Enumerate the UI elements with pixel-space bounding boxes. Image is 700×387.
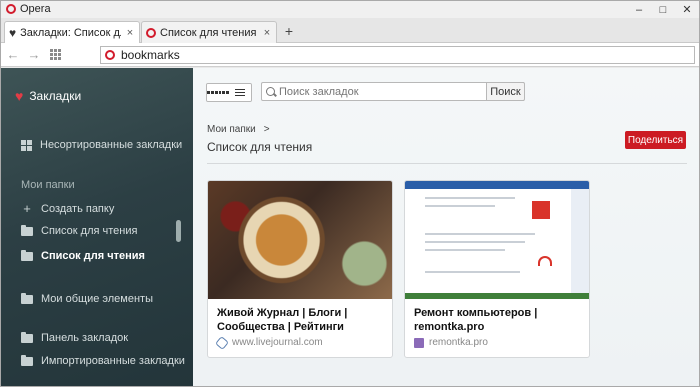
search-input[interactable] [279, 85, 499, 98]
folder-icon [21, 249, 33, 261]
view-toggle [206, 83, 252, 102]
folder-icon [21, 354, 33, 366]
opera-logo-icon [146, 27, 156, 38]
opera-logo-icon [105, 50, 115, 60]
card-title: Ремонт компьютеров | remontka.pro [414, 307, 538, 333]
card-url-text: remontka.pro [429, 337, 488, 348]
share-button[interactable]: Поделиться [625, 131, 686, 149]
app-title-text: Opera [20, 3, 51, 15]
section-label: Мои папки [21, 179, 75, 191]
tab-title: Закладки: Список для ч [20, 26, 121, 39]
plus-icon: + [23, 201, 31, 216]
sidebar-item-create-folder[interactable]: + Создать папку [21, 201, 114, 216]
tab-bookmarks[interactable]: ♥ Закладки: Список для ч × [4, 21, 140, 43]
close-window-button[interactable]: ✕ [675, 1, 699, 18]
app-title: Opera [6, 3, 51, 15]
list-icon [229, 84, 251, 101]
divider [207, 163, 687, 164]
folder-icon [21, 292, 33, 304]
sidebar-item-imported[interactable]: Импортированные закладки [21, 354, 185, 367]
sidebar-title-text: Закладки [29, 89, 82, 103]
list-view-button[interactable] [229, 84, 251, 101]
title-bar: Opera – □ ✕ [1, 1, 699, 18]
sidebar-item-label: Список для чтения [41, 250, 145, 262]
card-url: remontka.pro [414, 337, 488, 348]
remontka-favicon-icon [414, 337, 424, 348]
folder-icon [21, 224, 33, 236]
folder-icon [21, 331, 33, 343]
grid-icon [207, 84, 229, 101]
bookmark-card-remontka[interactable]: Ремонт компьютеров | remontka.pro remont… [404, 180, 590, 358]
sidebar-scrollbar[interactable] [176, 220, 181, 242]
card-url: www.livejournal.com [214, 335, 323, 350]
livejournal-favicon-icon [214, 335, 230, 350]
grid-view-button[interactable] [207, 84, 229, 101]
sidebar-item-shared[interactable]: Мои общие элементы [21, 292, 153, 305]
browser-window: Opera – □ ✕ ♥ Закладки: Список для ч × С… [0, 0, 700, 387]
heart-icon: ♥ [15, 88, 24, 104]
sidebar-section-my-folders: Мои папки [21, 179, 75, 191]
breadcrumb-my-folders[interactable]: Мои папки [207, 124, 256, 135]
thumbnail-image [405, 181, 589, 299]
tab-title: Список для чтения - Op [160, 26, 258, 39]
new-tab-button[interactable]: + [281, 23, 297, 39]
sidebar-item-label: Импортированные закладки [41, 355, 185, 367]
grid-icon [21, 139, 32, 151]
search-icon [266, 87, 275, 96]
sidebar-title: ♥ Закладки [15, 88, 81, 104]
bookmarks-sidebar: ♥ Закладки Несортированные закладки Мои … [1, 68, 193, 386]
card-url-text: www.livejournal.com [232, 337, 323, 348]
card-title: Живой Журнал | Блоги | Сообщества | Рейт… [217, 307, 348, 333]
window-controls: – □ ✕ [627, 1, 699, 18]
speed-dial-grid-icon[interactable] [46, 46, 64, 64]
tab-close-icon[interactable]: × [125, 27, 135, 39]
back-arrow-icon[interactable]: ← [4, 46, 22, 64]
search-box [261, 82, 524, 101]
sidebar-item-label: Панель закладок [41, 332, 129, 344]
bookmark-card-livejournal[interactable]: Живой Журнал | Блоги | Сообщества | Рейт… [207, 180, 393, 358]
sidebar-item-label: Создать папку [41, 202, 115, 215]
breadcrumb: Мои папки > [207, 124, 270, 135]
sidebar-item-reading-list-2[interactable]: Список для чтения [21, 249, 145, 262]
sidebar-item-unsorted[interactable]: Несортированные закладки [21, 139, 182, 151]
thumbnail-image [208, 181, 392, 299]
address-text: bookmarks [121, 48, 180, 62]
page-title: Список для чтения [207, 140, 313, 154]
address-bar[interactable]: bookmarks [100, 46, 695, 64]
toolbar: ← → bookmarks [1, 43, 699, 67]
opera-logo-icon [6, 4, 16, 14]
sidebar-item-label: Мои общие элементы [41, 293, 153, 305]
chevron-right-icon: > [263, 124, 270, 135]
tab-reading-list[interactable]: Список для чтения - Op × [141, 21, 277, 43]
minimize-button[interactable]: – [627, 1, 651, 18]
search-button[interactable]: Поиск [486, 82, 525, 101]
heart-icon: ♥ [9, 25, 17, 40]
maximize-button[interactable]: □ [651, 1, 675, 18]
sidebar-item-label: Список для чтения [41, 225, 138, 237]
sidebar-item-reading-list-1[interactable]: Список для чтения [21, 224, 138, 237]
tab-close-icon[interactable]: × [262, 27, 272, 39]
sidebar-item-label: Несортированные закладки [40, 139, 183, 151]
forward-arrow-icon[interactable]: → [25, 46, 43, 64]
tab-strip: ♥ Закладки: Список для ч × Список для чт… [1, 18, 699, 43]
bookmarks-main: Поиск Мои папки > Список для чтения Поде… [193, 68, 699, 386]
sidebar-item-bookmarks-bar[interactable]: Панель закладок [21, 331, 129, 344]
